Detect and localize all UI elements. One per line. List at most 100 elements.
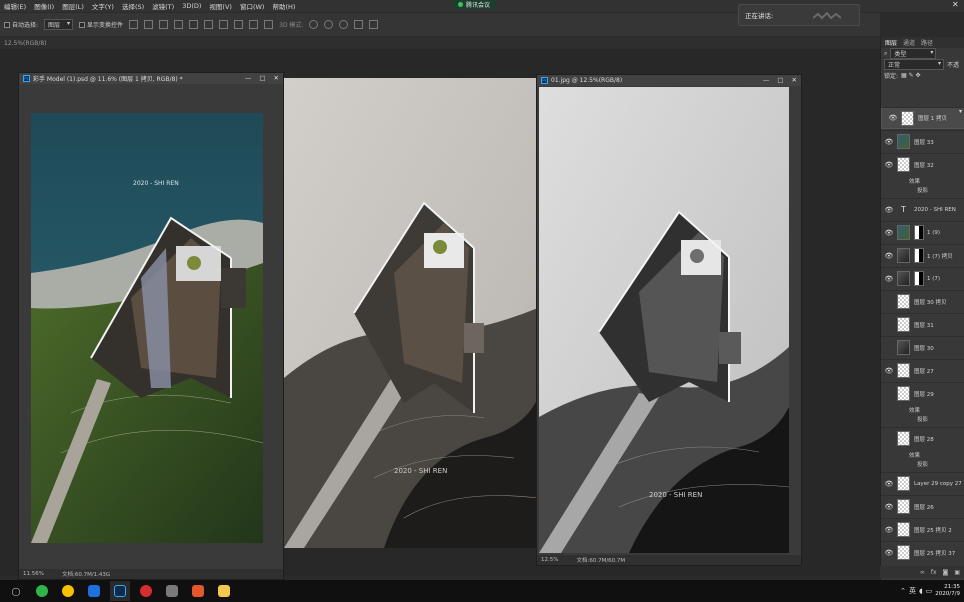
visibility-eye-icon[interactable]: 👁︎	[881, 549, 897, 557]
menu-item[interactable]: 图层(L)	[58, 1, 88, 11]
align-bottom-icon[interactable]	[204, 20, 214, 29]
network-icon[interactable]: ▭	[926, 587, 933, 595]
close-icon[interactable]: ✕	[952, 0, 962, 10]
fx-icon[interactable]: fx	[931, 569, 937, 576]
layer-row[interactable]: 👁︎ T 2020 - SHI REN	[881, 198, 964, 220]
doc1-zoom[interactable]: 11.56%	[23, 571, 44, 577]
menu-item[interactable]: 图像(I)	[30, 1, 58, 11]
chevron-up-icon[interactable]: ⌃	[900, 587, 906, 595]
layer-row[interactable]: 👁︎ 图层 26	[881, 495, 964, 517]
layer-row[interactable]: 👁︎ 图层 29	[881, 382, 964, 404]
menu-item[interactable]: 视图(V)	[205, 1, 236, 11]
visibility-eye-icon[interactable]: 👁︎	[881, 138, 897, 146]
layer-row[interactable]: 👁︎ 图层 32	[881, 153, 964, 175]
maximize-icon[interactable]: □	[259, 74, 265, 82]
lock-icon[interactable]: ▦ ✎ ✥	[901, 72, 921, 79]
layer-row[interactable]: 👁︎ 图层 33	[881, 130, 964, 152]
menu-item[interactable]: 3D(D)	[178, 2, 205, 10]
visibility-eye-icon[interactable]: 👁︎	[881, 390, 897, 398]
document-canvas-3[interactable]: 2020 - SHI REN	[539, 87, 789, 553]
visibility-eye-icon[interactable]: 👁︎	[881, 344, 897, 352]
doc3-zoom[interactable]: 12.5%	[541, 557, 558, 563]
visibility-eye-icon[interactable]: 👁︎	[881, 480, 897, 488]
new-layer-icon[interactable]: ▣	[954, 569, 960, 576]
visibility-eye-icon[interactable]: 👁︎	[881, 229, 897, 237]
link-icon[interactable]: ∞	[920, 569, 925, 576]
visibility-eye-icon[interactable]: 👁︎	[881, 503, 897, 511]
layer-row[interactable]: 👁︎ 1 (7)	[881, 267, 964, 289]
pan-3d-icon[interactable]	[339, 20, 349, 29]
folder-icon[interactable]	[214, 581, 234, 601]
document-window-3[interactable]: Ps 01.jpg @ 12.5%(RGB/8) — □ ✕ 2020 - SH…	[536, 74, 802, 566]
visibility-eye-icon[interactable]: 👁︎	[881, 161, 897, 169]
blend-mode-dropdown[interactable]: 正常	[884, 59, 944, 70]
distribute-horizontal-icon[interactable]	[249, 20, 259, 29]
visibility-eye-icon[interactable]: 👁︎	[885, 114, 901, 122]
layer-effects-label[interactable]: 效果	[909, 406, 920, 414]
slide-3d-icon[interactable]	[354, 20, 364, 29]
menu-item[interactable]: 帮助(H)	[268, 1, 299, 11]
orbit-3d-icon[interactable]	[309, 20, 319, 29]
search-icon[interactable]: ◯	[6, 581, 26, 601]
netease-icon[interactable]	[136, 581, 156, 601]
layer-row[interactable]: 👁︎ 1 (9)	[881, 221, 964, 243]
kind-filter-dropdown[interactable]: 类型	[890, 48, 937, 59]
layer-row[interactable]: 👁︎ 1 (7) 拷贝	[881, 244, 964, 266]
app-icon[interactable]	[162, 581, 182, 601]
scale-3d-icon[interactable]	[369, 20, 379, 29]
visibility-eye-icon[interactable]: 👁︎	[881, 252, 897, 260]
minimize-icon[interactable]: —	[245, 74, 252, 82]
menu-item[interactable]: 编辑(E)	[0, 1, 30, 11]
menu-item[interactable]: 窗口(W)	[236, 1, 269, 11]
roll-3d-icon[interactable]	[324, 20, 334, 29]
visibility-eye-icon[interactable]: 👁︎	[881, 367, 897, 375]
doc1-titlebar[interactable]: Ps 彩手 Model (1).psd @ 11.6% (图层 1 拷贝, RG…	[19, 73, 283, 84]
layer-row[interactable]: 👁︎ 图层 27	[881, 359, 964, 381]
drop-shadow-label[interactable]: 投影	[917, 415, 928, 423]
meeting-indicator[interactable]: 腾讯会议	[452, 0, 497, 9]
layer-row[interactable]: 👁︎ 图层 1 拷贝	[881, 107, 964, 129]
layer-row[interactable]: 👁︎ Layer 29 copy 27	[881, 472, 964, 494]
visibility-eye-icon[interactable]: 👁︎	[881, 321, 897, 329]
distribute-icon[interactable]	[219, 20, 229, 29]
photoshop-icon[interactable]	[110, 581, 130, 601]
visibility-eye-icon[interactable]: 👁︎	[881, 275, 897, 283]
layer-effects-label[interactable]: 效果	[909, 177, 920, 185]
document-canvas-2[interactable]: 2020 - SHI REN	[284, 78, 538, 548]
layer-row[interactable]: 👁︎ 图层 25 拷贝 2	[881, 518, 964, 540]
document-tab-strip[interactable]: 12.5%(RGB/8)	[0, 37, 880, 49]
layer-row[interactable]: 👁︎ 图层 30 拷贝	[881, 290, 964, 312]
menu-item[interactable]: 文字(Y)	[88, 1, 118, 11]
close-icon[interactable]: ✕	[274, 74, 279, 82]
document-canvas-1[interactable]: 2020 - SHI REN	[31, 113, 263, 543]
wechat-icon[interactable]	[32, 581, 52, 601]
maximize-icon[interactable]: □	[777, 76, 783, 84]
visibility-eye-icon[interactable]: 👁︎	[881, 435, 897, 443]
auto-select-dropdown[interactable]: 图层	[44, 19, 74, 30]
volume-icon[interactable]: ◖	[919, 587, 923, 595]
mask-icon[interactable]: ◙	[943, 569, 949, 576]
doc3-titlebar[interactable]: Ps 01.jpg @ 12.5%(RGB/8)	[537, 75, 801, 86]
close-icon[interactable]: ✕	[792, 76, 797, 84]
drop-shadow-label[interactable]: 投影	[917, 186, 928, 194]
minimize-icon[interactable]: —	[763, 76, 770, 84]
align-left-icon[interactable]	[129, 20, 139, 29]
tab-layers[interactable]: 图层	[885, 38, 897, 47]
align-top-icon[interactable]	[174, 20, 184, 29]
menu-item[interactable]: 滤镜(T)	[148, 1, 178, 11]
visibility-eye-icon[interactable]: 👁︎	[881, 206, 897, 214]
clock[interactable]: 21:35 2020/7/9	[935, 584, 962, 598]
align-center-icon[interactable]	[144, 20, 154, 29]
document-window-1[interactable]: Ps 彩手 Model (1).psd @ 11.6% (图层 1 拷贝, RG…	[18, 72, 284, 580]
visibility-eye-icon[interactable]: 👁︎	[881, 526, 897, 534]
distribute-vertical-icon[interactable]	[234, 20, 244, 29]
tab-channels[interactable]: 通道	[903, 38, 915, 47]
auto-select-checkbox[interactable]: 自动选择:	[4, 20, 38, 29]
layer-row[interactable]: 👁︎ 图层 25 拷贝 37	[881, 541, 964, 563]
layer-row[interactable]: 👁︎ 图层 30	[881, 336, 964, 358]
more-options-icon[interactable]	[264, 20, 274, 29]
align-middle-icon[interactable]	[189, 20, 199, 29]
ime-icon[interactable]: 英	[909, 586, 916, 596]
visibility-eye-icon[interactable]: 👁︎	[881, 298, 897, 306]
menu-item[interactable]: 选择(S)	[118, 1, 148, 11]
